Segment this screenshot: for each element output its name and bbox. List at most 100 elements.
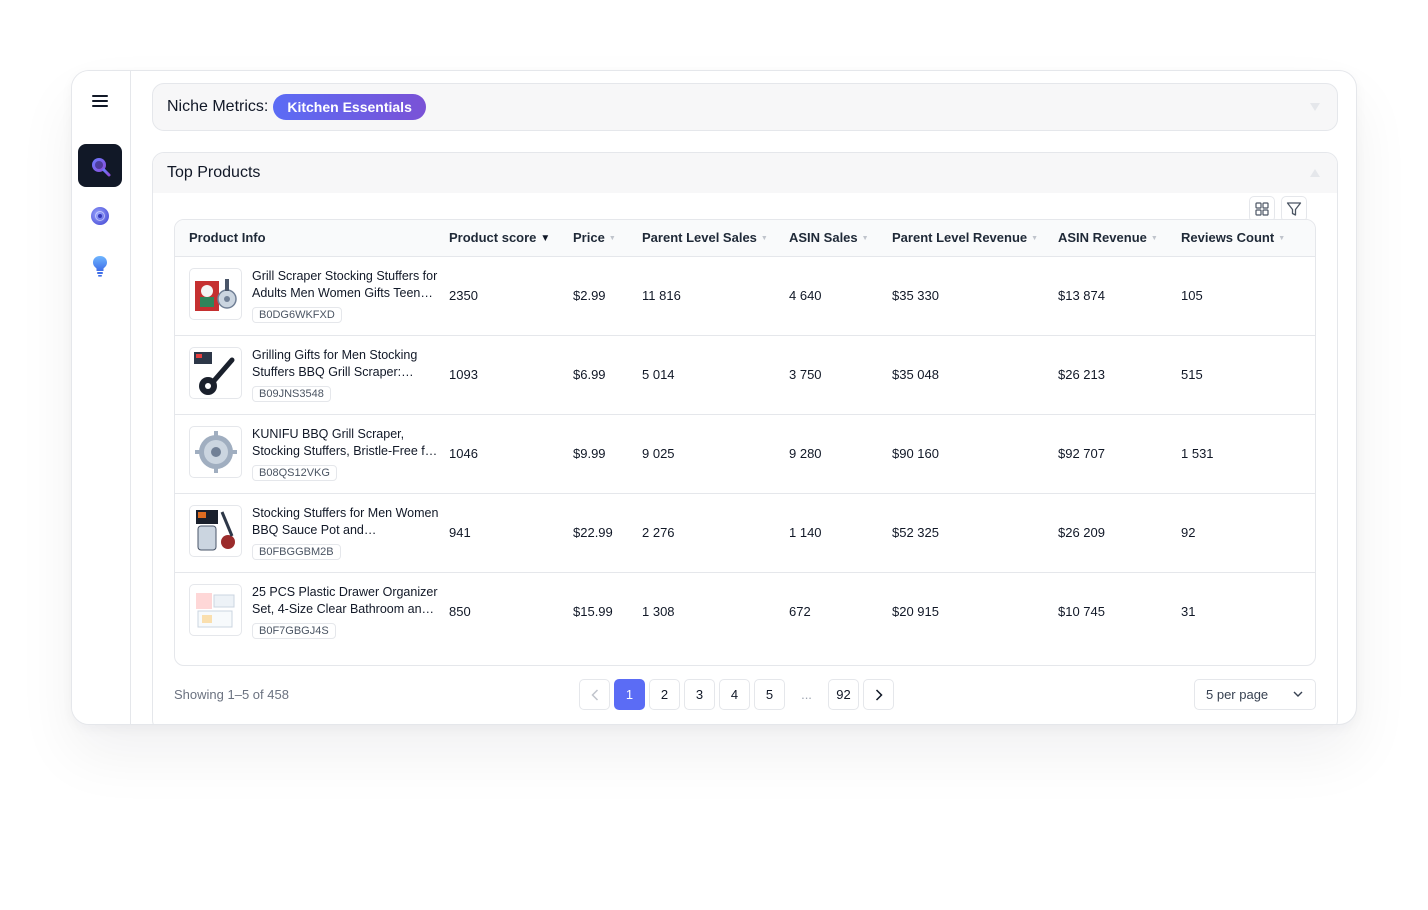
asin-sales: 672 bbox=[789, 604, 811, 620]
product-thumbnail[interactable] bbox=[189, 426, 242, 478]
page-button-4[interactable]: 4 bbox=[719, 679, 750, 710]
asin-sales: 4 640 bbox=[789, 288, 822, 303]
product-title[interactable]: 25 PCS Plastic Drawer Organizer Set, 4-S… bbox=[252, 584, 442, 618]
asin-badge[interactable]: B0F7GBGJ4S bbox=[252, 623, 336, 640]
column-header-asin-sales[interactable]: ASIN Sales ▼ bbox=[789, 220, 892, 257]
sort-desc-icon[interactable]: ▼ bbox=[540, 233, 550, 244]
product-score: 941 bbox=[449, 525, 471, 540]
asin-badge[interactable]: B0FBGGBM2B bbox=[252, 544, 341, 560]
price: $15.99 bbox=[573, 604, 613, 620]
parent-level-revenue: $20 915 bbox=[892, 604, 939, 620]
product-title[interactable]: Grill Scraper Stocking Stuffers for Adul… bbox=[252, 268, 442, 302]
page-button-3[interactable]: 3 bbox=[684, 679, 715, 710]
price: $2.99 bbox=[573, 288, 606, 303]
table-row[interactable]: Grilling Gifts for Men Stocking Stuffers… bbox=[175, 335, 1315, 414]
price: $6.99 bbox=[573, 367, 606, 382]
chevron-down-icon bbox=[1293, 691, 1303, 697]
asin-revenue: $13 874 bbox=[1058, 288, 1105, 303]
table-header-row: Product Info Product score ▼ Price ▼ Paren… bbox=[175, 220, 1315, 257]
chevron-left-icon bbox=[590, 688, 598, 701]
product-thumbnail[interactable] bbox=[189, 584, 242, 637]
sidebar-item-ideas[interactable] bbox=[89, 255, 111, 277]
product-title[interactable]: Grilling Gifts for Men Stocking Stuffers… bbox=[252, 347, 442, 381]
reviews-count: 1 531 bbox=[1181, 446, 1214, 461]
parent-level-revenue: $52 325 bbox=[892, 525, 939, 540]
niche-metrics-label: Niche Metrics: bbox=[167, 98, 269, 115]
product-score: 850 bbox=[449, 604, 471, 620]
parent-level-sales: 2 276 bbox=[642, 525, 675, 540]
page-ellipsis: ... bbox=[789, 679, 824, 710]
sort-icon[interactable]: ▼ bbox=[1031, 235, 1038, 242]
per-page-value: 5 per page bbox=[1206, 687, 1269, 702]
column-header-reviews-count[interactable]: Reviews Count ▼ bbox=[1181, 220, 1315, 257]
parent-level-revenue: $35 048 bbox=[892, 367, 939, 382]
table-footer: Showing 1–5 of 458 1 2 3 4 5 ... 92 5 pe… bbox=[174, 679, 1316, 711]
asin-sales: 9 280 bbox=[789, 446, 822, 461]
table-row[interactable]: KUNIFU BBQ Grill Scraper, Stocking Stuff… bbox=[175, 414, 1315, 493]
next-page-button[interactable] bbox=[863, 679, 894, 710]
niche-metrics-card[interactable]: Niche Metrics: Kitchen Essentials bbox=[152, 83, 1338, 131]
page-button-1[interactable]: 1 bbox=[614, 679, 645, 710]
asin-badge[interactable]: B0DG6WKFXD bbox=[252, 307, 342, 323]
parent-level-sales: 1 308 bbox=[642, 604, 675, 620]
grid-view-icon bbox=[1255, 202, 1269, 216]
per-page-select[interactable]: 5 per page bbox=[1194, 679, 1316, 710]
column-header-product-score[interactable]: Product score ▼ bbox=[449, 220, 573, 257]
chevron-up-icon[interactable] bbox=[1309, 168, 1321, 178]
lightbulb-icon bbox=[93, 256, 107, 277]
product-score: 1046 bbox=[449, 446, 478, 461]
parent-level-sales: 5 014 bbox=[642, 367, 675, 382]
chevron-down-icon[interactable] bbox=[1309, 102, 1321, 112]
sidebar bbox=[72, 71, 131, 724]
column-header-parent-level-revenue[interactable]: Parent Level Revenue ▼ bbox=[892, 220, 1058, 257]
parent-level-revenue: $90 160 bbox=[892, 446, 939, 461]
top-products-header[interactable]: Top Products bbox=[153, 153, 1337, 193]
hamburger-icon[interactable] bbox=[92, 95, 108, 109]
parent-level-sales: 11 816 bbox=[642, 288, 681, 303]
sort-icon[interactable]: ▼ bbox=[761, 235, 768, 242]
product-score: 2350 bbox=[449, 288, 478, 303]
niche-badge: Kitchen Essentials bbox=[273, 94, 426, 120]
product-thumbnail[interactable] bbox=[189, 268, 242, 320]
product-thumbnail[interactable] bbox=[189, 347, 242, 399]
top-products-title: Top Products bbox=[167, 164, 261, 181]
table-row[interactable]: 25 PCS Plastic Drawer Organizer Set, 4-S… bbox=[175, 572, 1315, 651]
product-thumbnail[interactable] bbox=[189, 505, 242, 557]
search-icon bbox=[92, 157, 111, 176]
table-row[interactable]: Stocking Stuffers for Men Women BBQ Sauc… bbox=[175, 493, 1315, 572]
top-products-card: Top Products Product Info Product score … bbox=[152, 152, 1338, 724]
parent-level-revenue: $35 330 bbox=[892, 288, 939, 303]
chevron-right-icon bbox=[875, 688, 883, 701]
prev-page-button[interactable] bbox=[579, 679, 610, 710]
asin-sales: 1 140 bbox=[789, 525, 822, 540]
sort-icon[interactable]: ▼ bbox=[862, 235, 869, 242]
asin-revenue: $26 209 bbox=[1058, 525, 1105, 540]
product-title[interactable]: KUNIFU BBQ Grill Scraper, Stocking Stuff… bbox=[252, 426, 442, 460]
table-row[interactable]: Grill Scraper Stocking Stuffers for Adul… bbox=[175, 256, 1315, 335]
asin-sales: 3 750 bbox=[789, 367, 822, 382]
column-header-asin-revenue[interactable]: ASIN Revenue ▼ bbox=[1058, 220, 1181, 257]
reviews-count: 105 bbox=[1181, 288, 1203, 303]
sidebar-item-search[interactable] bbox=[78, 144, 122, 187]
filter-icon bbox=[1286, 202, 1302, 216]
asin-badge[interactable]: B09JNS3548 bbox=[252, 386, 331, 402]
reviews-count: 92 bbox=[1181, 525, 1196, 540]
column-header-price[interactable]: Price ▼ bbox=[573, 220, 642, 257]
column-header-parent-level-sales[interactable]: Parent Level Sales ▼ bbox=[642, 220, 789, 257]
product-title[interactable]: Stocking Stuffers for Men Women BBQ Sauc… bbox=[252, 505, 442, 539]
main-content: Niche Metrics: Kitchen Essentials Top Pr… bbox=[152, 83, 1338, 724]
sort-icon[interactable]: ▼ bbox=[1278, 235, 1285, 242]
asin-badge[interactable]: B08QS12VKG bbox=[252, 465, 337, 481]
product-score: 1093 bbox=[449, 367, 478, 382]
reviews-count: 31 bbox=[1181, 604, 1196, 620]
target-icon bbox=[91, 207, 109, 225]
page-button-last[interactable]: 92 bbox=[828, 679, 859, 710]
page-button-2[interactable]: 2 bbox=[649, 679, 680, 710]
page-button-5[interactable]: 5 bbox=[754, 679, 785, 710]
sidebar-item-target[interactable] bbox=[89, 205, 111, 227]
showing-count: Showing 1–5 of 458 bbox=[174, 687, 289, 702]
sort-icon[interactable]: ▼ bbox=[1151, 235, 1158, 242]
sort-icon[interactable]: ▼ bbox=[609, 235, 616, 242]
asin-revenue: $92 707 bbox=[1058, 446, 1105, 461]
pagination: 1 2 3 4 5 ... 92 bbox=[579, 679, 894, 710]
